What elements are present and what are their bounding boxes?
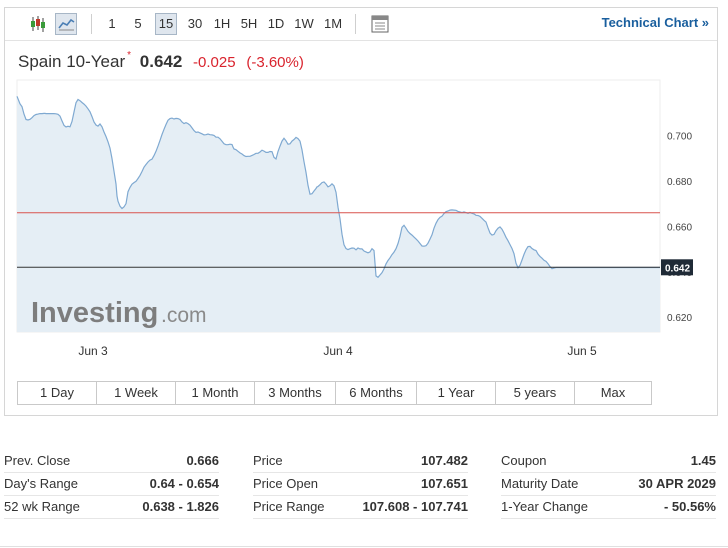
range-6-months[interactable]: 6 Months <box>336 382 417 404</box>
stat-row: Maturity Date 30 APR 2029 <box>501 473 716 496</box>
y-tick-label: 0.680 <box>667 177 692 188</box>
stat-label: Day's Range <box>4 476 79 491</box>
range-3-months[interactable]: 3 Months <box>255 382 336 404</box>
range-selector: 1 Day 1 Week 1 Month 3 Months 6 Months 1 Year… <box>17 381 652 405</box>
stat-value: 0.638 - 1.826 <box>142 499 219 514</box>
stat-value: 0.64 - 0.654 <box>149 476 219 491</box>
stat-label: 1-Year Change <box>501 499 588 514</box>
investing-watermark: Investing <box>31 297 158 329</box>
x-tick-label: Jun 5 <box>567 344 597 358</box>
stat-label: Price Open <box>253 476 319 491</box>
stat-row: Price 107.482 <box>253 450 468 473</box>
stat-label: Price Range <box>253 499 325 514</box>
range-1-day[interactable]: 1 Day <box>18 382 97 404</box>
x-tick-label: Jun 3 <box>78 344 108 358</box>
y-tick-label: 0.700 <box>667 132 692 143</box>
stat-label: 52 wk Range <box>4 499 80 514</box>
divider <box>0 546 728 547</box>
stat-label: Price <box>253 453 283 468</box>
stat-value: 30 APR 2029 <box>638 476 716 491</box>
stat-row: Day's Range 0.64 - 0.654 <box>4 473 219 496</box>
stat-row: Prev. Close 0.666 <box>4 450 219 473</box>
range-1-week[interactable]: 1 Week <box>97 382 176 404</box>
stat-label: Maturity Date <box>501 476 579 491</box>
current-price-label: 0.642 <box>665 263 690 274</box>
price-chart: Investing.com0.6200.6400.6600.6800.7000.… <box>16 79 693 358</box>
y-tick-label: 0.660 <box>667 222 692 233</box>
stat-row: Coupon 1.45 <box>501 450 716 473</box>
stat-value: 107.651 <box>421 476 468 491</box>
stat-label: Coupon <box>501 453 547 468</box>
stat-value: 107.608 - 107.741 <box>362 499 468 514</box>
range-1-month[interactable]: 1 Month <box>176 382 255 404</box>
stat-row: 52 wk Range 0.638 - 1.826 <box>4 496 219 519</box>
stat-row: Price Range 107.608 - 107.741 <box>253 496 468 519</box>
investing-watermark-suffix: .com <box>161 304 207 327</box>
range-5-years[interactable]: 5 years <box>496 382 575 404</box>
x-tick-label: Jun 4 <box>323 344 353 358</box>
stat-value: 107.482 <box>421 453 468 468</box>
y-tick-label: 0.620 <box>667 313 692 324</box>
stat-row: 1-Year Change - 50.56% <box>501 496 716 519</box>
range-max[interactable]: Max <box>575 382 651 404</box>
stat-value: - 50.56% <box>663 499 716 514</box>
stats-col-3: Coupon 1.45 Maturity Date 30 APR 2029 1-Year… <box>501 450 716 519</box>
stats-col-2: Price 107.482 Price Open 107.651 Price Range… <box>253 450 468 519</box>
stat-label: Prev. Close <box>4 453 71 468</box>
chart-widget: Technical Chart » 1 5 15 30 1H 5H 1D 1W 1M Spain… <box>4 7 718 416</box>
stat-row: Price Open 107.651 <box>253 473 468 496</box>
stat-value: 1.45 <box>690 453 716 468</box>
stats-col-1: Prev. Close 0.666 Day's Range 0.64 - 0.654 5… <box>4 450 219 519</box>
range-1-year[interactable]: 1 Year <box>417 382 496 404</box>
stat-value: 0.666 <box>186 453 219 468</box>
